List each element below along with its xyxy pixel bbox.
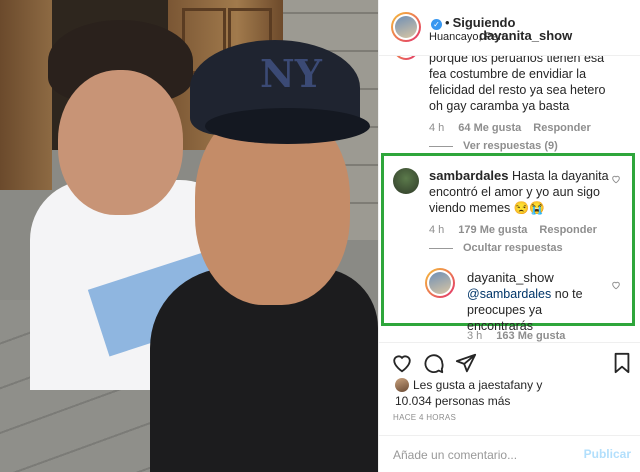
comment-bubble-icon[interactable] xyxy=(423,352,445,374)
comment-meta: 4 h 179 Me gusta Responder xyxy=(429,224,597,236)
reply-item: dayanita_show @sambardales no te preocup… xyxy=(379,266,640,342)
reply-button[interactable]: Responder xyxy=(539,224,596,236)
reply-likes[interactable]: 163 Me gusta xyxy=(496,330,565,342)
add-comment-row: Publicar xyxy=(379,435,640,472)
hide-replies-toggle[interactable]: Ocultar respuestas xyxy=(429,242,563,254)
reply-avatar[interactable] xyxy=(425,268,455,298)
reply-meta: 3 h 163 Me gusta xyxy=(467,330,565,342)
commenter-avatar[interactable] xyxy=(393,56,419,60)
photo-man-face xyxy=(58,70,183,215)
post-timestamp[interactable]: HACE 4 HORAS xyxy=(393,413,456,422)
reply-text: dayanita_show @sambardales no te preocup… xyxy=(467,270,607,334)
reply-button[interactable]: Responder xyxy=(533,122,590,134)
separator-dot: • xyxy=(445,15,450,30)
view-replies-toggle[interactable]: Ver respuestas (9) xyxy=(429,140,558,152)
commenter-avatar[interactable] xyxy=(393,168,419,194)
post-header: dayanita_show ✓ • Siguiendo Huancayo, Peru xyxy=(379,0,640,56)
comment-text: sambardales Hasta la dayanita encontró e… xyxy=(429,168,611,216)
photo-cap-brim xyxy=(205,108,370,144)
verified-badge-icon: ✓ xyxy=(431,19,442,30)
photo-door-left xyxy=(0,0,52,190)
share-send-icon[interactable] xyxy=(455,352,477,374)
reply-username[interactable]: dayanita_show xyxy=(467,270,554,285)
save-bookmark-icon[interactable] xyxy=(612,352,632,374)
post-location[interactable]: Huancayo, Peru xyxy=(429,31,508,43)
liker-avatar[interactable] xyxy=(395,378,409,392)
reply-like-heart-icon[interactable] xyxy=(611,280,621,290)
author-line: dayanita_show ✓ • Siguiendo xyxy=(429,14,572,43)
post-actions: Les gusta a jaestafany y 10.034 personas… xyxy=(379,342,640,472)
likes-count-link[interactable]: 10.034 personas más xyxy=(395,394,510,408)
commenter-username[interactable]: sambardales xyxy=(429,168,509,183)
post-photo[interactable]: NY xyxy=(0,0,378,472)
comments-list[interactable]: porque los peruanos tienen esa fea costu… xyxy=(379,56,640,342)
comment-item: porque los peruanos tienen esa fea costu… xyxy=(379,56,640,156)
comment-like-heart-icon[interactable] xyxy=(611,174,621,184)
comment-likes[interactable]: 179 Me gusta xyxy=(458,224,527,236)
comment-meta: 4 h 64 Me gusta Responder xyxy=(429,122,591,134)
comment-item: sambardales Hasta la dayanita encontró e… xyxy=(379,166,640,256)
author-avatar[interactable] xyxy=(391,12,421,42)
photo-cap-logo: NY xyxy=(260,51,322,96)
comment-time[interactable]: 4 h xyxy=(429,224,444,236)
liker-username[interactable]: jaestafany xyxy=(478,378,533,392)
comment-likes[interactable]: 64 Me gusta xyxy=(458,122,521,134)
publish-button[interactable]: Publicar xyxy=(584,447,631,461)
like-heart-icon[interactable] xyxy=(391,352,413,374)
likes-summary: Les gusta a jaestafany y 10.034 personas… xyxy=(395,378,543,408)
reply-time[interactable]: 3 h xyxy=(467,330,482,342)
comment-time[interactable]: 4 h xyxy=(429,122,444,134)
add-comment-input[interactable] xyxy=(393,446,573,464)
comment-text: porque los peruanos tienen esa fea costu… xyxy=(429,56,606,113)
post-side-panel: dayanita_show ✓ • Siguiendo Huancayo, Peru … xyxy=(378,0,640,472)
reply-mention-link[interactable]: @sambardales xyxy=(467,287,551,301)
